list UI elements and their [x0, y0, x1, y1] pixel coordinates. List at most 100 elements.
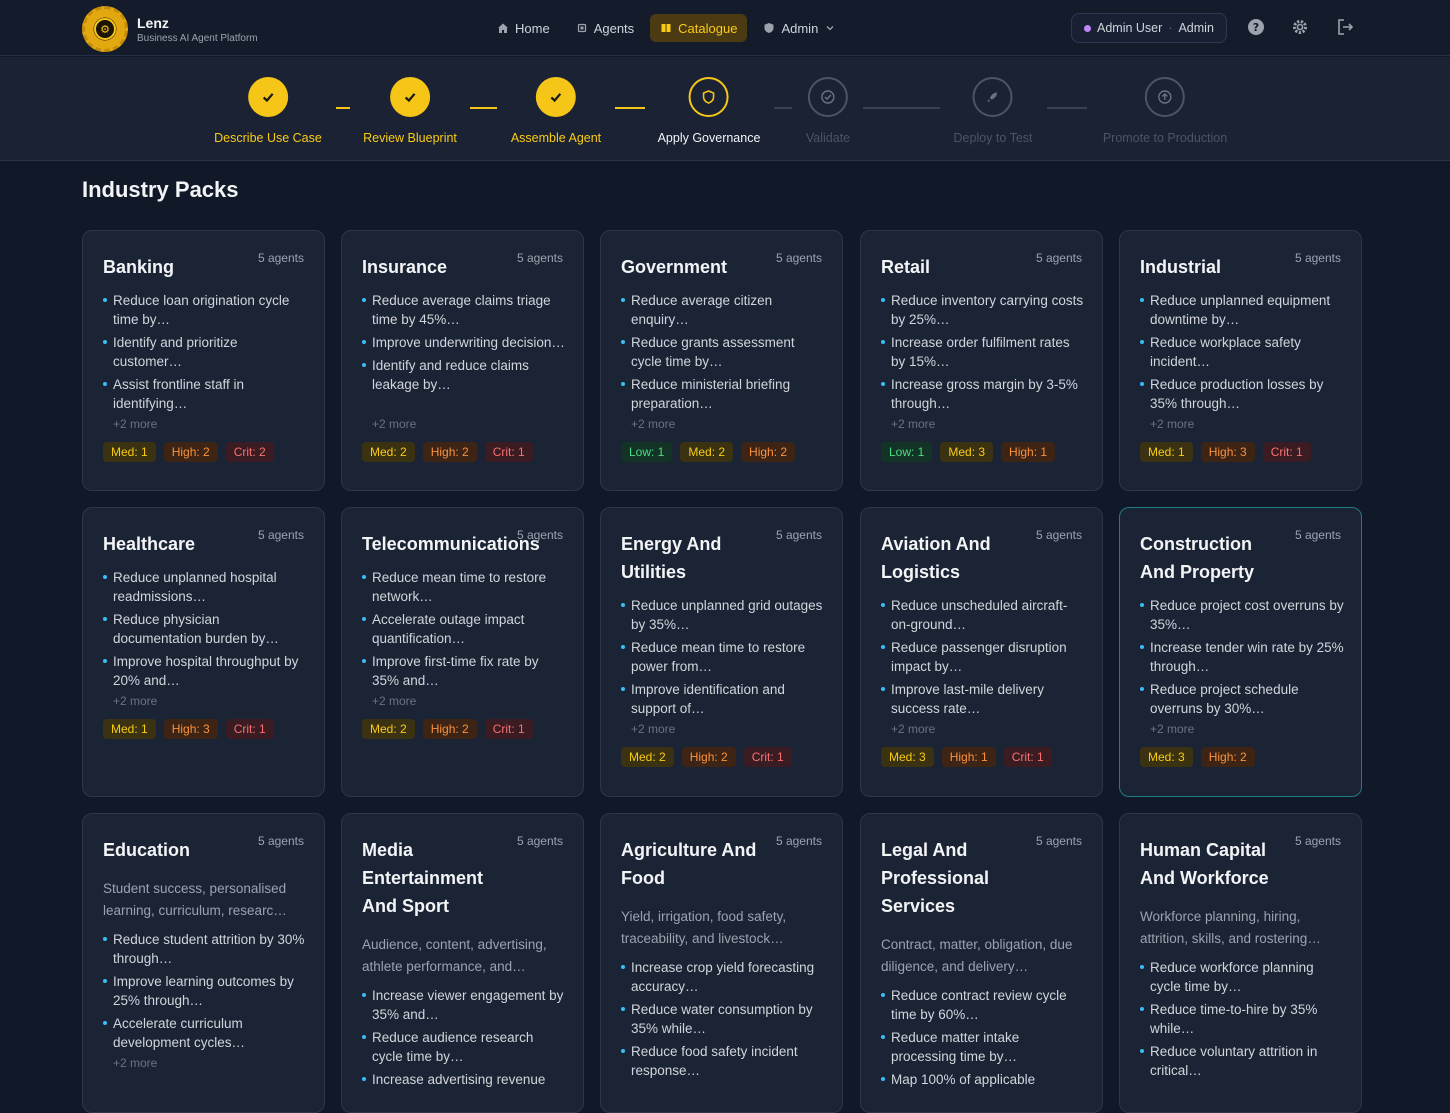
- risk-badge: Crit: 1: [484, 718, 533, 739]
- list-item: Reduce audience research cycle time by…: [362, 1028, 567, 1066]
- industry-card[interactable]: Education 5 agents Student success, person…: [82, 813, 325, 1113]
- risk-badge: Crit: 2: [225, 441, 274, 462]
- risk-badge: Med: 1: [103, 441, 156, 462]
- agent-count: 5 agents: [257, 251, 304, 265]
- industry-card[interactable]: Government 5 agents Reduce average citizen…: [600, 230, 843, 491]
- logout-icon[interactable]: [1335, 17, 1355, 37]
- step-assemble-agent[interactable]: Assemble Agent: [511, 77, 601, 145]
- list-item: Improve hospital throughput by 20% and…: [103, 652, 308, 690]
- chevron-down-icon: [826, 26, 834, 31]
- user-name: Admin User: [1097, 21, 1163, 35]
- more-link[interactable]: +2 more: [1150, 722, 1194, 736]
- card-description: Student success, personalised learning, …: [103, 881, 287, 918]
- more-link[interactable]: +2 more: [113, 1056, 157, 1070]
- risk-badge: Crit: 1: [1262, 441, 1311, 462]
- industry-card[interactable]: Construction And Property 5 agents Reduce …: [1119, 507, 1362, 797]
- industry-card[interactable]: Telecommunications 5 agents Reduce mean ti…: [341, 507, 584, 797]
- card-title: Human Capital And Workforce: [1140, 840, 1269, 888]
- industry-card[interactable]: Aviation And Logistics 5 agents Reduce uns…: [860, 507, 1103, 797]
- risk-badges: Med: 3 High: 2: [1140, 746, 1255, 767]
- list-item: Increase gross margin by 3-5% through…: [881, 375, 1086, 413]
- check-icon: [389, 77, 430, 117]
- list-item: Reduce average citizen enquiry…: [621, 291, 826, 329]
- step-label: Promote to Production: [1102, 131, 1228, 145]
- user-role: Admin: [1178, 21, 1214, 35]
- step-review-blueprint[interactable]: Review Blueprint: [363, 77, 457, 145]
- outcome-list: Reduce contract review cycle time by 60%…: [881, 986, 1086, 1093]
- risk-badge: Low: 1: [621, 441, 673, 462]
- nav-catalogue[interactable]: Catalogue: [650, 14, 748, 42]
- list-item: Improve last-mile delivery success rate…: [881, 680, 1086, 718]
- step-promote-to-production[interactable]: Promote to Production: [1103, 77, 1227, 145]
- more-link[interactable]: +2 more: [891, 417, 935, 431]
- industry-card[interactable]: Retail 5 agents Reduce inventory carrying …: [860, 230, 1103, 491]
- step-validate[interactable]: Validate: [806, 77, 850, 145]
- card-title: Government: [621, 257, 728, 277]
- step-apply-governance[interactable]: Apply Governance: [658, 77, 760, 145]
- more-link[interactable]: +2 more: [1150, 417, 1194, 431]
- industry-card[interactable]: Industrial 5 agents Reduce unplanned equip…: [1119, 230, 1362, 491]
- agent-count: 5 agents: [257, 834, 304, 848]
- industry-card[interactable]: Healthcare 5 agents Reduce unplanned hospi…: [82, 507, 325, 797]
- industry-card[interactable]: Energy And Utilities 5 agents Reduce unpla…: [600, 507, 843, 797]
- card-description: Yield, irrigation, food safety, traceabi…: [621, 909, 787, 946]
- step-describe-use-case[interactable]: Describe Use Case: [214, 77, 322, 145]
- step-connector: [774, 107, 792, 109]
- list-item: Reduce workforce planning cycle time by…: [1140, 958, 1345, 996]
- list-item: Reduce inventory carrying costs by 25%…: [881, 291, 1086, 329]
- more-link[interactable]: +2 more: [113, 694, 157, 708]
- industry-card[interactable]: Media Entertainment And Sport 5 agents Aud…: [341, 813, 584, 1113]
- outcome-list: Reduce student attrition by 30% through……: [103, 930, 308, 1056]
- more-link[interactable]: +2 more: [372, 417, 416, 431]
- step-label: Review Blueprint: [363, 131, 457, 145]
- risk-badge: High: 2: [163, 441, 218, 462]
- svg-text:?: ?: [1253, 21, 1259, 34]
- outcome-list: Reduce mean time to restore network… Acce…: [362, 568, 567, 694]
- agent-count: 5 agents: [1294, 834, 1341, 848]
- list-item: Accelerate curriculum development cycles…: [103, 1014, 308, 1052]
- nav-admin[interactable]: Admin: [753, 14, 846, 42]
- more-link[interactable]: +2 more: [891, 722, 935, 736]
- more-link[interactable]: +2 more: [631, 417, 675, 431]
- agent-count: 5 agents: [257, 528, 304, 542]
- risk-badge: Crit: 1: [743, 746, 792, 767]
- industry-card[interactable]: Legal And Professional Services 5 agents C…: [860, 813, 1103, 1113]
- list-item: Increase crop yield forecasting accuracy…: [621, 958, 826, 996]
- nav-home[interactable]: Home: [487, 14, 560, 42]
- list-item: Reduce physician documentation burden by…: [103, 610, 308, 648]
- more-link[interactable]: +2 more: [113, 417, 157, 431]
- industry-card[interactable]: Insurance 5 agents Reduce average claims t…: [341, 230, 584, 491]
- list-item: Reduce loan origination cycle time by…: [103, 291, 308, 329]
- industry-card[interactable]: Banking 5 agents Reduce loan origination c…: [82, 230, 325, 491]
- gear-icon[interactable]: [1290, 17, 1310, 37]
- list-item: Reduce water consumption by 35% while…: [621, 1000, 826, 1038]
- industry-card[interactable]: Human Capital And Workforce 5 agents Workf…: [1119, 813, 1362, 1113]
- risk-badge: Med: 2: [362, 441, 415, 462]
- agent-count: 5 agents: [516, 834, 563, 848]
- outcome-list: Increase viewer engagement by 35% and… Re…: [362, 986, 567, 1093]
- agent-count: 5 agents: [1294, 528, 1341, 542]
- nav-agents[interactable]: Agents: [566, 14, 644, 42]
- risk-badge: Med: 2: [621, 746, 674, 767]
- step-connector: [1047, 107, 1087, 109]
- card-title: Retail: [881, 257, 931, 277]
- card-title: Energy And Utilities: [621, 534, 722, 582]
- nav-catalogue-label: Catalogue: [678, 20, 738, 36]
- step-connector: [336, 107, 350, 109]
- check-icon: [248, 77, 288, 117]
- rocket-icon: [972, 77, 1013, 117]
- list-item: Reduce passenger disruption impact by…: [881, 638, 1086, 676]
- industry-card[interactable]: Agriculture And Food 5 agents Yield, irrig…: [600, 813, 843, 1113]
- risk-badge: High: 3: [1200, 441, 1255, 462]
- user-menu[interactable]: Admin User · Admin: [1071, 13, 1227, 43]
- step-deploy-to-test[interactable]: Deploy to Test: [954, 77, 1032, 145]
- nav-admin-label: Admin: [781, 20, 819, 36]
- brand[interactable]: ⚙ Lenz Business AI Agent Platform: [82, 6, 258, 52]
- step-label: Validate: [805, 131, 851, 145]
- agent-count: 5 agents: [1035, 834, 1082, 848]
- chip-icon: [577, 23, 586, 33]
- more-link[interactable]: +2 more: [631, 722, 675, 736]
- list-item: Increase viewer engagement by 35% and…: [362, 986, 567, 1024]
- more-link[interactable]: +2 more: [372, 694, 416, 708]
- help-icon[interactable]: ?: [1246, 17, 1266, 37]
